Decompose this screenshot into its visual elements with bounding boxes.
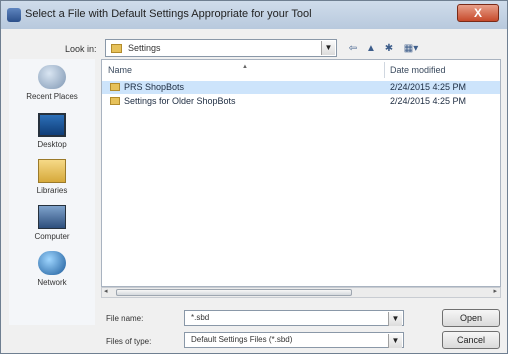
column-divider[interactable] [384, 62, 385, 78]
new-folder-icon[interactable]: ✱ [382, 42, 396, 56]
network-icon [38, 251, 66, 275]
file-name-label: File name: [106, 314, 144, 323]
scrollbar-thumb[interactable] [116, 289, 352, 296]
chevron-down-icon[interactable]: ▼ [321, 41, 335, 55]
file-list[interactable]: Name ▲ Date modified PRS ShopBots 2/24/2… [101, 59, 501, 287]
place-recent-places[interactable]: Recent Places [9, 65, 95, 101]
open-button[interactable]: Open [442, 309, 500, 327]
file-dialog: Select a File with Default Settings Appr… [0, 0, 508, 354]
place-label: Desktop [37, 140, 67, 149]
file-name-combobox[interactable]: *.sbd ▼ [184, 310, 404, 326]
file-type-label: Files of type: [106, 337, 152, 346]
column-header-date-modified[interactable]: Date modified [390, 65, 446, 75]
desktop-icon [38, 113, 66, 137]
folder-icon [110, 83, 120, 91]
title-bar[interactable]: Select a File with Default Settings Appr… [1, 1, 507, 29]
file-name: PRS ShopBots [124, 82, 185, 92]
place-label: Computer [34, 232, 70, 241]
place-network[interactable]: Network [9, 251, 95, 287]
up-folder-icon[interactable]: ▲ [364, 42, 378, 56]
file-type-select[interactable]: Default Settings Files (*.sbd) ▼ [184, 332, 404, 348]
file-type-value: Default Settings Files (*.sbd) [191, 335, 293, 344]
file-row[interactable]: PRS ShopBots 2/24/2015 4:25 PM [102, 81, 500, 94]
window-title: Select a File with Default Settings Appr… [25, 8, 312, 20]
place-computer[interactable]: Computer [9, 205, 95, 241]
close-button[interactable]: X [457, 4, 499, 22]
file-date: 2/24/2015 4:25 PM [390, 82, 467, 92]
sort-arrow-icon: ▲ [242, 64, 248, 70]
chevron-down-icon[interactable]: ▼ [388, 312, 402, 326]
place-label: Network [37, 278, 67, 287]
place-label: Libraries [36, 186, 68, 195]
column-header-name[interactable]: Name [108, 65, 132, 75]
cancel-button[interactable]: Cancel [442, 331, 500, 349]
folder-icon [110, 97, 120, 105]
chevron-down-icon[interactable]: ▼ [388, 334, 402, 348]
scroll-left-icon[interactable]: ◂ [104, 287, 108, 295]
look-in-label: Look in: [65, 44, 97, 54]
place-label: Recent Places [26, 92, 78, 101]
libraries-icon [38, 159, 66, 183]
file-name-value: *.sbd [191, 313, 210, 322]
folder-icon [111, 44, 122, 53]
file-name: Settings for Older ShopBots [124, 96, 236, 106]
place-libraries[interactable]: Libraries [9, 159, 95, 195]
file-date: 2/24/2015 4:25 PM [390, 96, 467, 106]
look-in-value: Settings [128, 43, 161, 53]
file-row[interactable]: Settings for Older ShopBots 2/24/2015 4:… [102, 95, 500, 108]
app-icon [7, 8, 21, 22]
horizontal-scrollbar[interactable]: ◂ ▸ [101, 287, 501, 298]
back-icon[interactable]: ⇦ [346, 42, 360, 56]
view-menu-icon[interactable]: ▦▾ [400, 42, 422, 56]
recent-places-icon [38, 65, 66, 89]
look-in-dropdown[interactable]: Settings ▼ [105, 39, 337, 57]
computer-icon [38, 205, 66, 229]
navigation-toolbar: ⇦ ▲ ✱ ▦▾ [346, 41, 422, 57]
scroll-right-icon[interactable]: ▸ [493, 287, 497, 295]
place-desktop[interactable]: Desktop [9, 113, 95, 149]
places-bar: Recent Places Desktop Libraries Computer… [9, 59, 95, 325]
